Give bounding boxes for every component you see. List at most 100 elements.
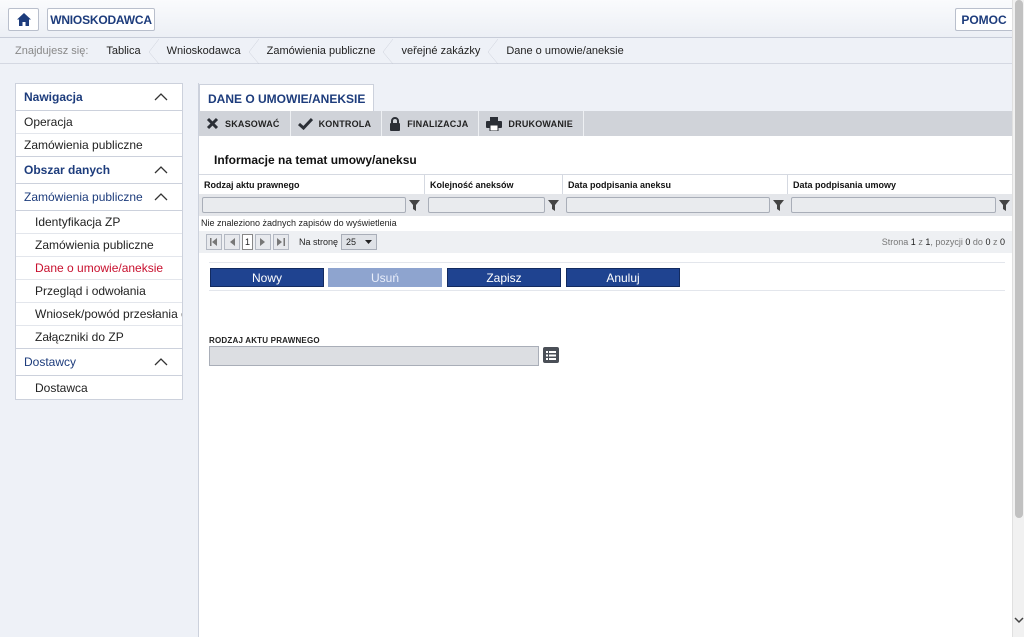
sidebar-group-public-procurement[interactable]: Zamówienia publiczne (16, 184, 182, 211)
filter-input-annex-order[interactable] (428, 197, 545, 213)
pager-info-page: 1 (910, 237, 916, 247)
grid-header: Rodzaj aktu prawnego Kolejność aneksów D… (199, 174, 1013, 194)
breadcrumb-item-public-procurement[interactable]: Zamówienia publiczne (259, 38, 394, 64)
chevron-up-icon[interactable] (154, 358, 168, 366)
action-bar: Nowy Usuń Zapisz Anuluj (209, 262, 1005, 291)
home-icon (16, 13, 31, 26)
per-page-value: 25 (346, 237, 357, 247)
column-header-annex-order[interactable]: Kolejność aneksów (425, 175, 563, 194)
print-button[interactable]: DRUKOWANIE (479, 111, 584, 136)
sidebar-section-title: Obszar danych (24, 163, 111, 177)
caret-down-icon (365, 240, 373, 244)
filter-icon[interactable] (773, 199, 784, 211)
pager-info-from: 0 (965, 237, 971, 247)
chevron-down-icon[interactable] (1014, 615, 1024, 625)
previous-page-icon (230, 238, 235, 246)
breadcrumb-item-applicant[interactable]: Wnioskodawca (159, 38, 259, 64)
pager-info-to: 0 (985, 237, 991, 247)
pager-info-to-label: do (972, 237, 983, 247)
pager-info-items-label: , pozycji (930, 237, 963, 247)
sidebar-item-operation[interactable]: Operacja (16, 111, 182, 134)
toolbar-label: KONTROLA (318, 118, 372, 129)
sidebar-group-suppliers[interactable]: Dostawcy (16, 349, 182, 376)
toolbar: SKASOWAĆ KONTROLA FINALIZACJA DRUKOWANIE (199, 111, 1013, 136)
printer-icon (486, 116, 503, 131)
first-page-icon (210, 238, 217, 246)
chevron-up-icon[interactable] (154, 193, 168, 201)
sidebar-group-title: Zamówienia publiczne (24, 190, 143, 204)
empty-grid-message: Nie znaleziono żadnych zapisów do wyświe… (201, 218, 397, 228)
pager: 1 Na stronę 25 Strona 1 z 1, pozycji 0 d… (199, 231, 1013, 253)
legal-act-type-input[interactable] (209, 346, 539, 366)
sidebar-section-navigation[interactable]: Nawigacja (16, 84, 182, 111)
save-button[interactable]: Zapisz (447, 268, 561, 287)
next-page-button[interactable] (255, 234, 271, 250)
sidebar-item-identification[interactable]: Identyfikacja ZP (16, 211, 182, 234)
applicant-button[interactable]: WNIOSKODAWCA (47, 8, 155, 31)
pager-info-prefix: Strona (881, 237, 909, 247)
check-button[interactable]: KONTROLA (291, 111, 383, 136)
filter-icon[interactable] (999, 199, 1010, 211)
top-bar: WNIOSKODAWCA POMOC (0, 0, 1012, 38)
grid-filter-row (199, 194, 1013, 216)
delete-record-button[interactable]: SKASOWAĆ (199, 111, 291, 136)
column-header-annex-sign-date[interactable]: Data podpisania aneksu (563, 175, 788, 194)
delete-button[interactable]: Usuń (328, 268, 442, 287)
scrollbar-thumb[interactable] (1015, 0, 1023, 518)
vertical-scrollbar[interactable] (1012, 0, 1024, 637)
column-header-contract-sign-date[interactable]: Data podpisania umowy (788, 175, 1013, 194)
per-page-select[interactable]: 25 (341, 234, 378, 250)
toolbar-label: DRUKOWANIE (508, 118, 573, 129)
last-page-icon (277, 238, 285, 246)
tab-contract-data[interactable]: DANE O UMOWIE/ANEKSIE (199, 84, 375, 112)
pager-info-of: z (992, 237, 998, 247)
breadcrumb-item-contract-data: Dane o umowie/aneksie (506, 44, 624, 57)
previous-page-button[interactable] (224, 234, 240, 250)
sidebar-item-procurements[interactable]: Zamówienia publiczne (16, 234, 182, 257)
breadcrumb: Znajdujesz się: Tablica Wnioskodawca Zam… (0, 38, 1012, 64)
per-page-label: Na stronę (299, 237, 339, 247)
column-header-legal-act-type[interactable]: Rodzaj aktu prawnego (199, 175, 425, 194)
toolbar-label: FINALIZACJA (407, 118, 469, 129)
section-title: Informacje na temat umowy/aneksu (214, 153, 417, 167)
list-picker-button[interactable] (543, 347, 559, 363)
breadcrumb-item-public-contracts[interactable]: veřejné zakázky (393, 38, 499, 64)
first-page-button[interactable] (206, 234, 222, 250)
sidebar-item-public-procurement[interactable]: Zamówienia publiczne (16, 134, 182, 157)
breadcrumb-label: Znajdujesz się: (15, 45, 89, 57)
legal-act-type-label: RODZAJ AKTU PRAWNEGO (209, 336, 320, 345)
filter-input-legal-act-type[interactable] (202, 197, 406, 213)
chevron-up-icon[interactable] (154, 166, 168, 174)
filter-icon[interactable] (409, 199, 420, 211)
last-page-button[interactable] (273, 234, 289, 250)
filter-input-contract-sign-date[interactable] (791, 197, 996, 213)
lock-icon (390, 116, 401, 131)
filter-input-annex-sign-date[interactable] (566, 197, 770, 213)
sidebar-item-attachments[interactable]: Załączniki do ZP (16, 326, 182, 349)
sidebar-section-data-area[interactable]: Obszar danych (16, 157, 182, 184)
chevron-up-icon[interactable] (154, 93, 168, 101)
checkmark-icon (297, 117, 313, 130)
sidebar-group-title: Dostawcy (24, 355, 77, 369)
help-button[interactable]: POMOC (955, 8, 1012, 31)
toolbar-label: SKASOWAĆ (225, 118, 280, 129)
cancel-button[interactable]: Anuluj (566, 268, 680, 287)
sidebar-item-request-uokik[interactable]: Wniosek/powód przesłania do UOKiK (16, 303, 182, 326)
list-icon (546, 350, 556, 360)
next-page-icon (260, 238, 265, 246)
breadcrumb-item-dashboard[interactable]: Tablica (98, 38, 159, 64)
sidebar-section-title: Nawigacja (24, 90, 83, 104)
sidebar-item-contract-data[interactable]: Dane o umowie/aneksie (16, 257, 182, 280)
sidebar: Nawigacja Operacja Zamówienia publiczne … (15, 83, 183, 400)
pager-info: Strona 1 z 1, pozycji 0 do 0 z 0 (882, 237, 1005, 247)
finalize-button[interactable]: FINALIZACJA (382, 111, 480, 136)
sidebar-item-supplier[interactable]: Dostawca (16, 376, 182, 399)
new-button[interactable]: Nowy (210, 268, 324, 287)
home-button[interactable] (8, 8, 39, 31)
pager-info-of: z (918, 237, 923, 247)
current-page-input[interactable]: 1 (242, 234, 253, 250)
sidebar-item-review-appeals[interactable]: Przegląd i odwołania (16, 280, 182, 303)
tab-bar: DANE O UMOWIE/ANEKSIE (199, 83, 1013, 112)
pager-info-total: 0 (999, 237, 1005, 247)
filter-icon[interactable] (548, 199, 559, 211)
